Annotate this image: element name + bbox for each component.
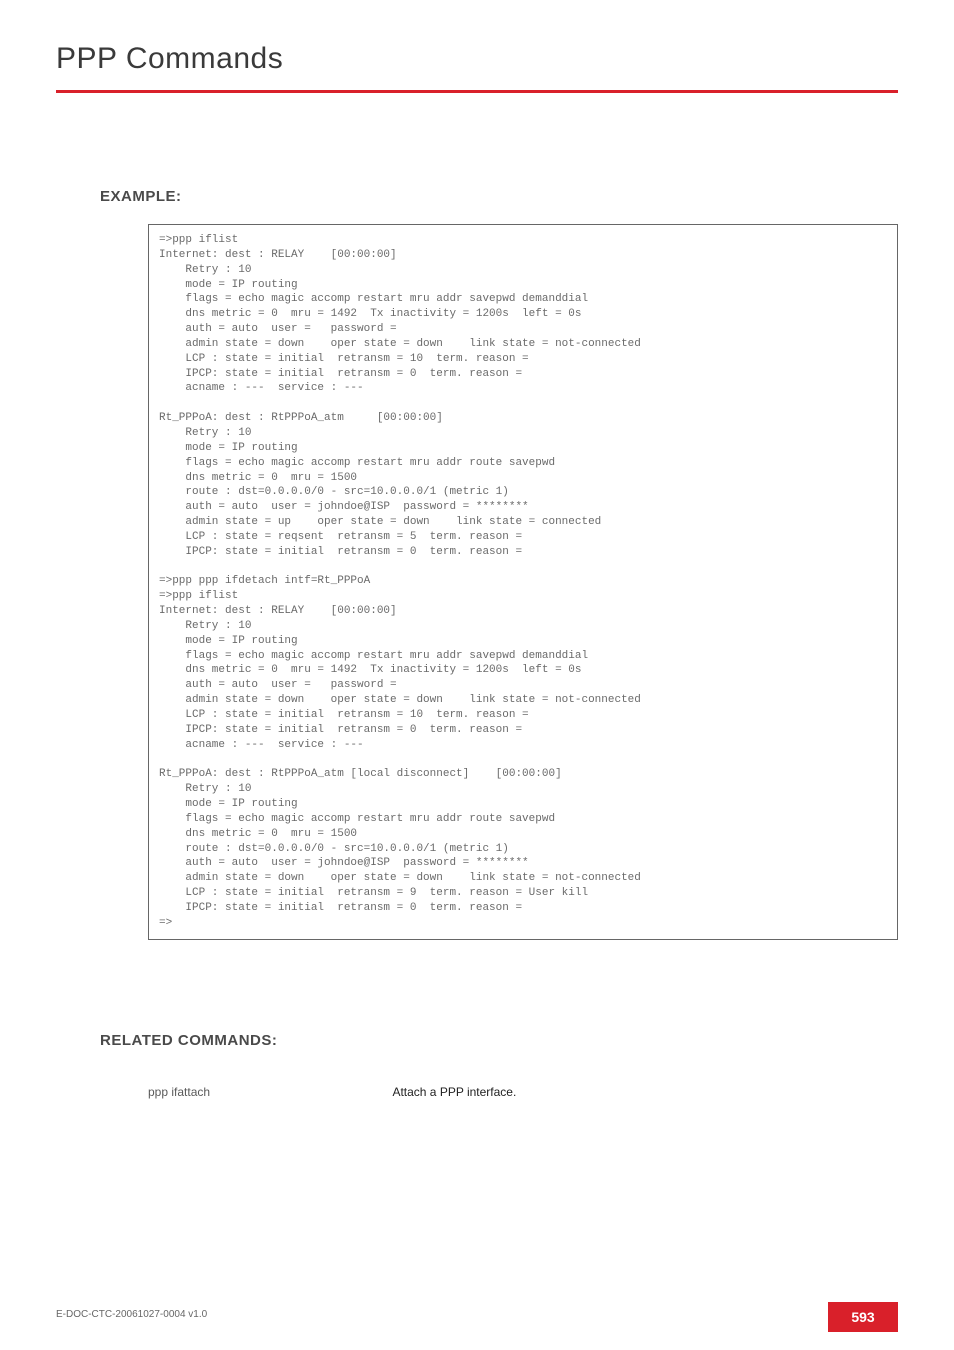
related-commands-heading: RELATED COMMANDS:	[100, 1032, 277, 1049]
example-code-block: =>ppp iflist Internet: dest : RELAY [00:…	[148, 224, 898, 940]
page-title: PPP Commands	[56, 42, 283, 76]
example-heading: EXAMPLE:	[100, 188, 182, 205]
related-command-row: ppp ifattach Attach a PPP interface.	[148, 1085, 898, 1103]
footer-doc-id: E-DOC-CTC-20061027-0004 v1.0	[56, 1309, 207, 1320]
title-rule	[56, 90, 898, 93]
related-command-name: ppp ifattach	[148, 1085, 388, 1099]
page-number-badge: 593	[828, 1302, 898, 1332]
related-command-description: Attach a PPP interface.	[392, 1085, 516, 1099]
